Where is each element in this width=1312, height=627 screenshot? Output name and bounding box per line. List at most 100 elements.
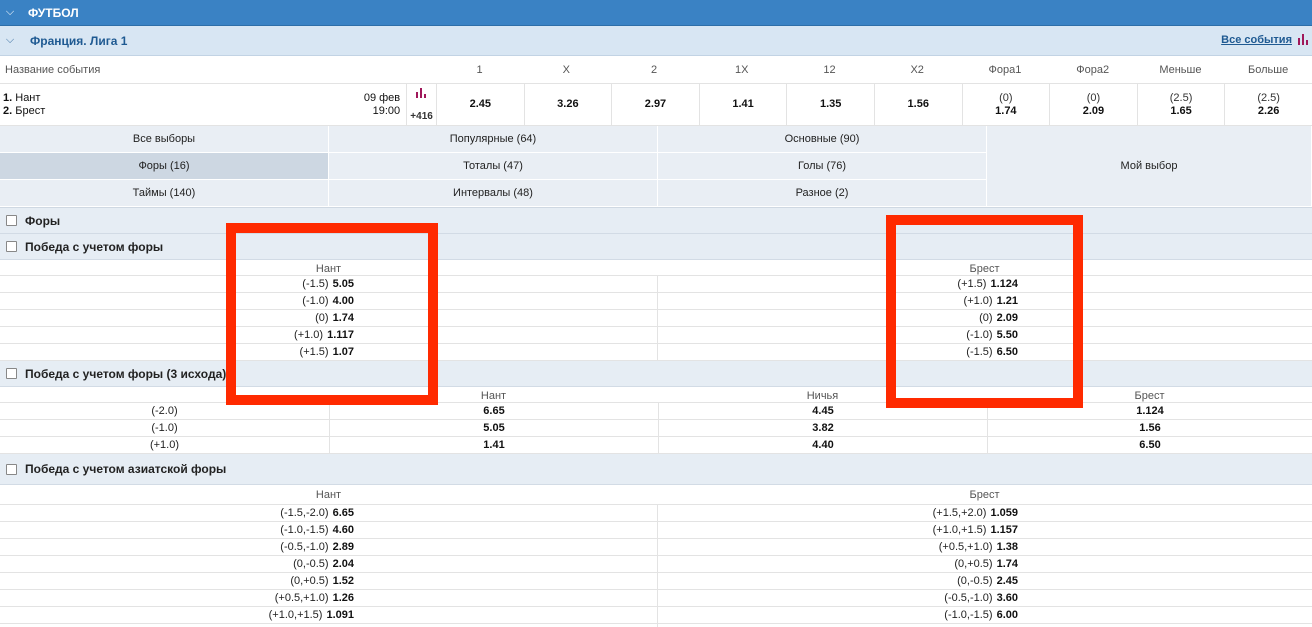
- odd-param: (0): [999, 91, 1013, 104]
- handicap-param: (-1.5): [966, 346, 993, 358]
- section-handicap-header[interactable]: Победа с учетом форы: [0, 234, 1312, 260]
- section-handicaps-header[interactable]: Форы: [0, 208, 1312, 234]
- tab-all[interactable]: Все выборы: [0, 126, 329, 153]
- odd-cell[interactable]: 1.56: [987, 420, 1312, 436]
- odd-cell[interactable]: (-1.0,-1.5) 4.60: [0, 522, 657, 538]
- odd-cell[interactable]: 6.65: [329, 403, 658, 419]
- section-asian-header[interactable]: Победа с учетом азиатской форы: [0, 454, 1312, 485]
- chevron-down-icon[interactable]: ⌵: [0, 34, 20, 47]
- section-checkbox[interactable]: [6, 241, 17, 252]
- odd-cell[interactable]: (0,-0.5) 2.45: [657, 573, 1312, 589]
- odd-cell[interactable]: 3.82: [658, 420, 987, 436]
- odd-cell[interactable]: (2.5) 2.26: [1224, 84, 1312, 125]
- handicap-param: (0,-0.5): [957, 575, 993, 587]
- odd-cell[interactable]: (2.5) 1.65: [1136, 84, 1225, 125]
- tab-main[interactable]: Основные (90): [658, 126, 987, 153]
- col-header: Ничья: [806, 390, 839, 402]
- tab-popular[interactable]: Популярные (64): [329, 126, 658, 153]
- section-handicap3-header[interactable]: Победа с учетом форы (3 исхода): [0, 361, 1312, 387]
- odd-value: 2.97: [644, 98, 667, 110]
- asian-table: (-1.5,-2.0) 6.65 (+1.5,+2.0) 1.059 (-1.0,-1.…: [0, 505, 1312, 627]
- section-checkbox[interactable]: [6, 463, 17, 475]
- odd-cell[interactable]: (0,+0.5) 1.74: [657, 556, 1312, 572]
- col-header: Нант: [315, 263, 342, 275]
- more-markets[interactable]: +416: [406, 84, 436, 125]
- stats-icon[interactable]: [416, 88, 427, 98]
- odd-cell[interactable]: (+1.5,+2.0) 1.059: [657, 505, 1312, 521]
- sport-header[interactable]: ⌵ ФУТБОЛ: [0, 0, 1312, 26]
- section-checkbox[interactable]: [6, 215, 17, 226]
- section-checkbox[interactable]: [6, 368, 17, 379]
- handicap-param: (-1.0): [966, 329, 993, 341]
- odd-cell[interactable]: (0) 2.09: [657, 310, 1312, 326]
- odd-cell[interactable]: (0) 1.74: [0, 310, 657, 326]
- outcome-header: 1: [476, 63, 483, 76]
- odd-cell[interactable]: (0) 2.09: [1049, 84, 1137, 125]
- odd-cell[interactable]: (+0.5,+1.0) 1.26: [0, 590, 657, 606]
- odd-cell[interactable]: 6.50: [987, 437, 1312, 453]
- tab-intervals[interactable]: Интервалы (48): [329, 180, 658, 207]
- tab-goals[interactable]: Голы (76): [658, 153, 987, 180]
- odd-cell[interactable]: (+1.0) 1.21: [657, 293, 1312, 309]
- odd-cell[interactable]: (+1.0) 1.117: [0, 327, 657, 343]
- tab-totals[interactable]: Тоталы (47): [329, 153, 658, 180]
- outcome-header: 1X: [735, 63, 749, 76]
- odd-cell[interactable]: (0,-0.5) 2.04: [0, 556, 657, 572]
- handicap-param: (-1.0): [302, 295, 329, 307]
- odd-cell[interactable]: (0,+0.5) 1.52: [0, 573, 657, 589]
- odd-cell[interactable]: (-1.5) 6.50: [657, 344, 1312, 360]
- outcome-header: 12: [823, 63, 836, 76]
- tab-my-choice[interactable]: Мой выбор: [987, 126, 1312, 207]
- odd-cell[interactable]: (-1.0) 4.00: [0, 293, 657, 309]
- team2-number: 2.: [3, 105, 13, 117]
- odd-cell[interactable]: 1.124: [987, 403, 1312, 419]
- outcome-header: Фора1: [988, 63, 1022, 76]
- odd-cell[interactable]: (-1.5) 5.05: [0, 276, 657, 292]
- table-row: (-1.5) 5.05 (+1.5) 1.124: [0, 276, 1312, 293]
- event-teams[interactable]: 1. Нант 2. Брест 09 фев 19:00: [0, 84, 406, 125]
- handicap-param: (+0.5,+1.0): [938, 541, 993, 553]
- odd-cell[interactable]: 2.45: [436, 84, 524, 125]
- odd-cell[interactable]: 1.56: [873, 84, 962, 125]
- stats-icon[interactable]: [1297, 33, 1309, 45]
- handicap-param: (+1.0,+1.5): [932, 524, 987, 536]
- odd-cell[interactable]: (+1.5) 1.07: [0, 344, 657, 360]
- outcome-header: Фора2: [1076, 63, 1110, 76]
- league-header[interactable]: ⌵ Франция. Лига 1 Все события: [0, 26, 1312, 56]
- handicap-param: (+1.5): [299, 346, 329, 358]
- team1-number: 1.: [3, 92, 13, 104]
- odd-value: 1.65: [1170, 104, 1192, 117]
- handicap-param: (+1.0): [294, 329, 324, 341]
- odd-value: 1.124: [990, 278, 1018, 290]
- odd-cell[interactable]: 4.40: [658, 437, 987, 453]
- table-row: (0) 1.74 (0) 2.09: [0, 310, 1312, 327]
- odd-cell[interactable]: (-1.5,-2.0) 6.65: [0, 505, 657, 521]
- tab-handicaps[interactable]: Форы (16): [0, 153, 329, 180]
- odd-cell[interactable]: 3.26: [523, 84, 612, 125]
- all-events-link[interactable]: Все события: [1221, 34, 1292, 46]
- odd-cell[interactable]: 4.45: [658, 403, 987, 419]
- odd-cell[interactable]: (+0.5,+1.0) 1.38: [657, 539, 1312, 555]
- table-row: (-2.0) 6.65 4.45 1.124: [0, 403, 1312, 420]
- table-row: (+1.0) 1.41 4.40 6.50: [0, 437, 1312, 454]
- odd-cell[interactable]: (-0.5,-1.0) 3.60: [657, 590, 1312, 606]
- odd-cell[interactable]: 1.41: [329, 437, 658, 453]
- odd-cell[interactable]: (+1.0,+1.5) 1.157: [657, 522, 1312, 538]
- odd-cell[interactable]: (+1.0,+1.5) 1.091: [0, 607, 657, 623]
- outcome-header: X: [562, 63, 570, 76]
- odd-cell[interactable]: 1.41: [698, 84, 787, 125]
- handicap3-table: (-2.0) 6.65 4.45 1.124 (-1.0) 5.05 3.82 1.56 (+1…: [0, 403, 1312, 454]
- more-markets-count[interactable]: +416: [410, 111, 433, 122]
- odd-cell[interactable]: 5.05: [329, 420, 658, 436]
- odd-cell[interactable]: (+1.5) 1.124: [657, 276, 1312, 292]
- odd-cell[interactable]: 2.97: [611, 84, 699, 125]
- odd-cell[interactable]: (-0.5,-1.0) 2.89: [0, 539, 657, 555]
- outcome-header: 2: [650, 63, 658, 76]
- chevron-down-icon[interactable]: ⌵: [0, 6, 20, 19]
- tab-misc[interactable]: Разное (2): [658, 180, 987, 207]
- tab-halves[interactable]: Таймы (140): [0, 180, 329, 207]
- odd-cell[interactable]: (-1.0,-1.5) 6.00: [657, 607, 1312, 623]
- odd-cell[interactable]: 1.35: [786, 84, 874, 125]
- odd-cell[interactable]: (-1.0) 5.50: [657, 327, 1312, 343]
- odd-cell[interactable]: (0) 1.74: [961, 84, 1050, 125]
